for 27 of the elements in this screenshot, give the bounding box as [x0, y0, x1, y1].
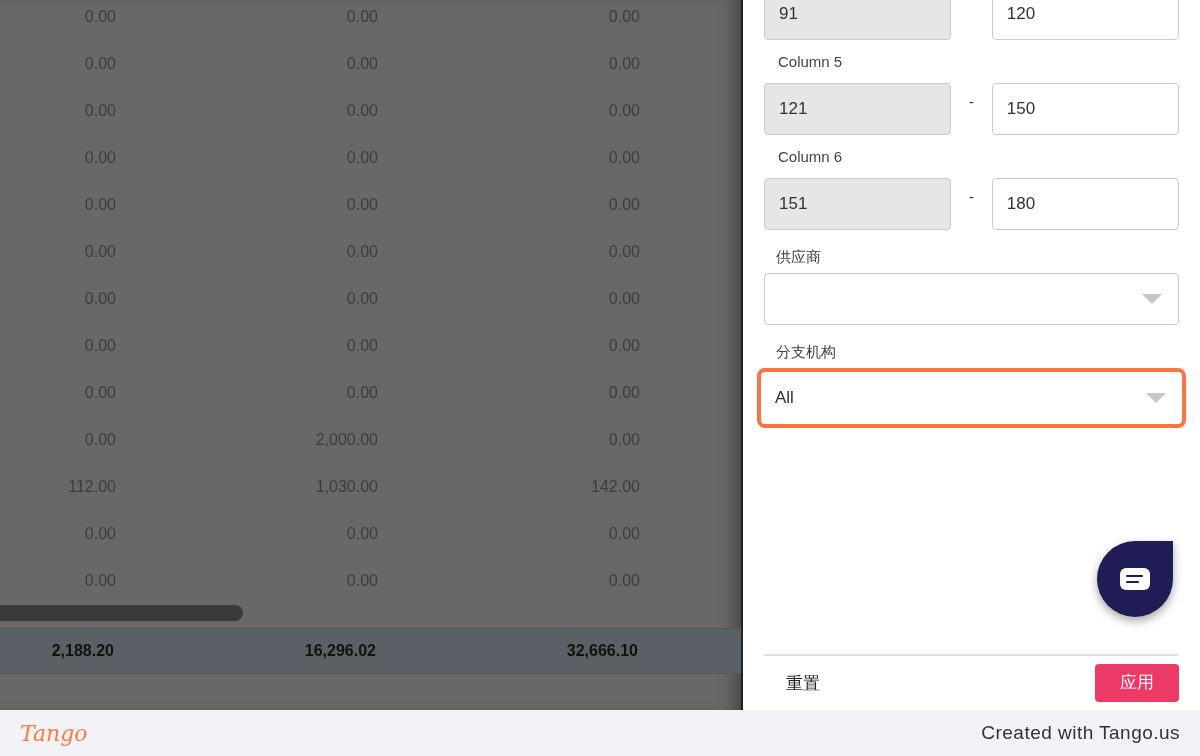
- total-cell-text: 32,666.10: [565, 641, 639, 661]
- caret-icon: [1142, 294, 1162, 304]
- field-label: 供应商: [775, 247, 822, 267]
- range-to-field[interactable]: 180: [991, 178, 1179, 230]
- reset-button[interactable]: 重置: [786, 674, 820, 692]
- total-cell-text: 2,188.20: [50, 641, 115, 661]
- range-to-field[interactable]: 120: [991, 0, 1179, 40]
- apply-button[interactable]: 应用: [1095, 664, 1179, 702]
- field-label: Column 6: [777, 147, 844, 167]
- dropdown-field[interactable]: [764, 273, 1179, 325]
- horizontal-scrollbar[interactable]: [0, 605, 243, 621]
- range-to-field[interactable]: 150: [991, 83, 1179, 135]
- dropdown-value: All: [775, 387, 794, 410]
- chat-icon: [1119, 567, 1151, 591]
- dropdown-field[interactable]: All: [757, 368, 1186, 428]
- field-label: 分支机构: [775, 342, 837, 362]
- caret-icon: [1146, 393, 1166, 403]
- range-separator: -: [968, 187, 975, 207]
- range-from-field[interactable]: 121: [764, 83, 952, 135]
- credit-text: Created with Tango.us: [981, 720, 1180, 745]
- chat-button[interactable]: [1097, 541, 1173, 617]
- range-from-field[interactable]: 91: [764, 0, 952, 40]
- range-from-field[interactable]: 151: [764, 178, 952, 230]
- total-cell-text: 16,296.02: [303, 641, 377, 661]
- field-label: Column 5: [777, 52, 844, 72]
- range-separator: -: [968, 92, 975, 112]
- tango-logo: Tango: [20, 719, 88, 748]
